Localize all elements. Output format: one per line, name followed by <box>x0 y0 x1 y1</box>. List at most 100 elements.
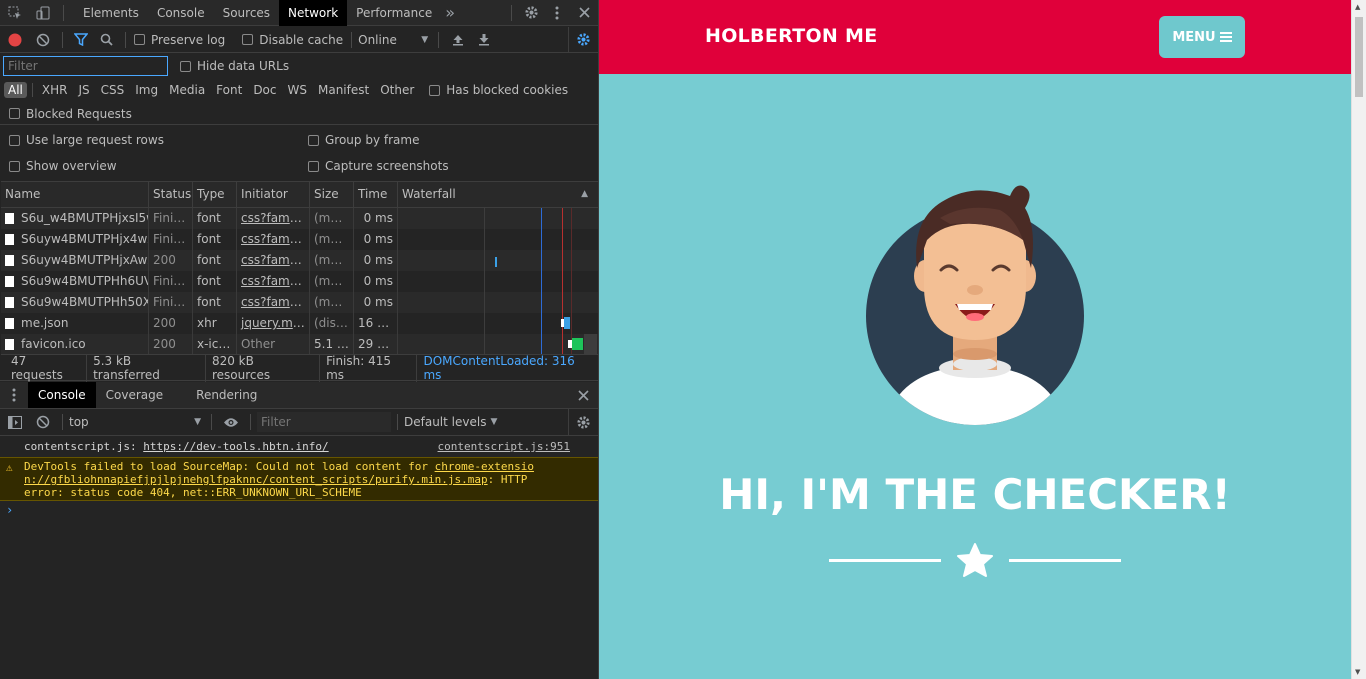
import-har-icon[interactable] <box>445 27 471 53</box>
table-row[interactable]: S6uyw4BMUTPHjx4wXiWtFCc.woff2Fini…fontcs… <box>1 229 598 250</box>
site-brand[interactable]: HOLBERTON ME <box>705 25 878 47</box>
throttling-select[interactable]: Online ▼ <box>358 33 428 47</box>
table-row[interactable]: S6u9w4BMUTPHh6UVSwiPGQ.woff2Fini…fontcss… <box>1 271 598 292</box>
filter-type-all[interactable]: All <box>4 82 27 98</box>
cell-initiator[interactable]: css?famil… <box>237 292 310 313</box>
tab-elements[interactable]: Elements <box>74 0 148 26</box>
preserve-log-checkbox[interactable]: Preserve log <box>134 33 225 47</box>
sidebar-toggle-icon[interactable] <box>0 409 30 435</box>
show-overview-checkbox[interactable]: Show overview <box>9 159 308 173</box>
filter-type-media[interactable]: Media <box>165 82 209 98</box>
menu-button[interactable]: MENU <box>1159 16 1245 58</box>
console-message-url[interactable]: https://dev-tools.hbtn.info/ <box>143 440 328 453</box>
kebab-menu-icon[interactable] <box>544 0 570 26</box>
cell-initiator-text[interactable]: css?famil… <box>241 295 308 309</box>
drawer-menu-icon[interactable] <box>0 382 28 408</box>
disable-cache-checkbox[interactable]: Disable cache <box>242 33 343 47</box>
filter-type-js[interactable]: JS <box>74 82 93 98</box>
drawer-tab-console[interactable]: Console <box>28 382 96 408</box>
large-rows-checkbox[interactable]: Use large request rows <box>9 133 308 147</box>
cell-initiator[interactable]: css?famil… <box>237 271 310 292</box>
close-devtools-icon[interactable] <box>570 0 598 26</box>
filter-type-img[interactable]: Img <box>131 82 162 98</box>
tab-network[interactable]: Network <box>279 0 348 26</box>
console-prompt[interactable]: › <box>0 504 598 518</box>
cell-name[interactable]: me.json <box>1 313 149 334</box>
has-blocked-cookies-checkbox[interactable]: Has blocked cookies <box>429 83 568 97</box>
filter-funnel-icon[interactable] <box>69 27 93 53</box>
inspect-element-icon[interactable] <box>0 0 30 26</box>
scroll-up-arrow-icon[interactable]: ▲ <box>1355 3 1360 11</box>
cell-initiator-text[interactable]: css?famil… <box>241 211 308 225</box>
console-source-link[interactable]: contentscript.js:951 <box>438 440 570 456</box>
filter-type-doc[interactable]: Doc <box>249 82 280 98</box>
checkbox-box[interactable] <box>134 34 145 45</box>
checkbox-box[interactable] <box>242 34 254 45</box>
filter-type-css[interactable]: CSS <box>97 82 129 98</box>
console-filter-input[interactable] <box>257 412 391 432</box>
checkbox-box[interactable] <box>9 108 20 119</box>
clear-console-icon[interactable] <box>30 409 56 435</box>
filter-input[interactable] <box>3 56 168 76</box>
checkbox-box[interactable] <box>429 84 441 96</box>
column-header-name[interactable]: Name <box>1 182 149 207</box>
checkbox-box[interactable] <box>308 134 319 146</box>
column-header-type[interactable]: Type <box>193 182 237 207</box>
checkbox-box[interactable] <box>9 160 20 172</box>
close-drawer-icon[interactable] <box>568 382 598 408</box>
log-levels-select[interactable]: Default levels ▼ <box>404 415 497 429</box>
column-header-waterfall[interactable]: Waterfall ▲ <box>398 182 598 207</box>
checkbox-box[interactable] <box>308 160 319 172</box>
warning-link-part-2[interactable]: n://gfbliohnnapiefjpjlpjnehglfpaknnc/con… <box>24 473 488 486</box>
table-row[interactable]: S6u9w4BMUTPHh50XSwiPGQ.woff2Fini…fontcss… <box>1 292 598 313</box>
column-header-status[interactable]: Status <box>149 182 193 207</box>
column-header-time[interactable]: Time <box>354 182 398 207</box>
cell-name[interactable]: S6uyw4BMUTPHjxAwXjeu.woff2 <box>1 250 149 271</box>
cell-name[interactable]: S6uyw4BMUTPHjx4wXiWtFCc.woff2 <box>1 229 149 250</box>
blocked-requests-checkbox[interactable]: Blocked Requests <box>9 107 132 121</box>
settings-gear-icon[interactable] <box>518 0 544 26</box>
drawer-tab-coverage[interactable]: Coverage <box>96 382 187 408</box>
checkbox-box[interactable] <box>9 134 20 146</box>
cell-initiator-text[interactable]: css?famil… <box>241 253 308 267</box>
table-row[interactable]: S6uyw4BMUTPHjxAwXjeu.woff2200font css?fam… <box>1 250 598 271</box>
scrollbar-thumb[interactable] <box>1355 17 1363 97</box>
filter-type-ws[interactable]: WS <box>284 82 311 98</box>
group-by-frame-checkbox[interactable]: Group by frame <box>308 133 419 147</box>
more-tabs-icon[interactable]: » <box>441 0 459 26</box>
context-select[interactable]: top ▼ <box>69 415 205 429</box>
tab-console[interactable]: Console <box>148 0 214 26</box>
cell-initiator-text[interactable]: css?famil… <box>241 274 308 288</box>
cell-initiator-text[interactable]: css?famil… <box>241 232 308 246</box>
cell-initiator[interactable]: css?famil… <box>237 208 310 229</box>
column-header-size[interactable]: Size <box>310 182 354 207</box>
cell-initiator[interactable]: css?famil… <box>237 229 310 250</box>
table-row[interactable]: me.json 200 xhr jquery.mi… (dis… 16 ms <box>1 313 598 334</box>
filter-type-xhr[interactable]: XHR <box>38 82 72 98</box>
table-row[interactable]: favicon.ico 200 x-icon Other 5.1 kB 29 ms <box>1 334 598 354</box>
live-expression-eye-icon[interactable] <box>218 409 244 435</box>
column-header-initiator[interactable]: Initiator <box>237 182 310 207</box>
capture-screenshots-checkbox[interactable]: Capture screenshots <box>308 159 449 173</box>
warning-link-part-1[interactable]: chrome-extensio <box>435 460 534 473</box>
tab-sources[interactable]: Sources <box>214 0 279 26</box>
hide-data-urls-checkbox[interactable]: Hide data URLs <box>180 59 289 73</box>
clear-icon[interactable] <box>30 27 56 53</box>
tab-performance[interactable]: Performance <box>347 0 441 26</box>
cell-name[interactable]: S6u9w4BMUTPHh6UVSwiPGQ.woff2 <box>1 271 149 292</box>
cell-initiator[interactable]: jquery.mi… <box>237 313 310 334</box>
cell-initiator[interactable]: css?famil… <box>237 250 310 271</box>
table-row[interactable]: S6u_w4BMUTPHjxsI5wq_Gwft.woff2Fini…fontc… <box>1 208 598 229</box>
page-scrollbar[interactable]: ▲ ▼ <box>1351 0 1366 679</box>
drawer-tab-rendering[interactable]: Rendering <box>186 382 267 408</box>
device-toolbar-icon[interactable] <box>30 0 56 26</box>
console-settings-gear-icon[interactable] <box>568 409 598 435</box>
record-icon[interactable] <box>0 27 30 53</box>
export-har-icon[interactable] <box>471 27 497 53</box>
cell-name[interactable]: S6u9w4BMUTPHh50XSwiPGQ.woff2 <box>1 292 149 313</box>
checkbox-box[interactable] <box>180 60 191 72</box>
cell-initiator-text[interactable]: jquery.mi… <box>241 316 308 330</box>
filter-type-other[interactable]: Other <box>376 82 418 98</box>
scroll-down-arrow-icon[interactable]: ▼ <box>1355 668 1360 676</box>
search-icon[interactable] <box>93 27 119 53</box>
